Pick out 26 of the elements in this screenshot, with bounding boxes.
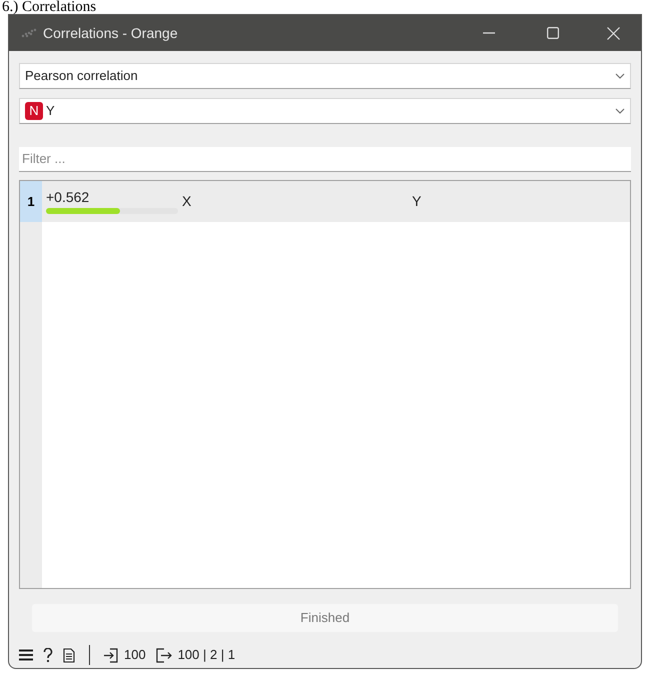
- close-icon: [606, 26, 620, 40]
- status-text: Finished: [32, 604, 618, 632]
- table-cell-text: Y: [412, 192, 422, 211]
- feature-name: Y: [46, 102, 56, 120]
- output-icon: [156, 648, 172, 663]
- chevron-down-icon: [615, 108, 625, 114]
- chevron-down-icon: [615, 72, 625, 79]
- help-icon[interactable]: [43, 648, 53, 663]
- filter-field[interactable]: Filter ...: [19, 146, 631, 172]
- document-icon[interactable]: [63, 648, 75, 663]
- numeric-badge: N: [25, 102, 43, 120]
- menu-icon[interactable]: [19, 649, 33, 662]
- feature-dropdown[interactable]: N Y: [19, 98, 631, 124]
- correlation-value: +0.562: [46, 188, 90, 205]
- input-count: 100: [124, 646, 146, 664]
- app-icon: [21, 28, 37, 38]
- window-title: Correlations - Orange: [43, 24, 178, 43]
- caption: 6.) Correlations: [1, 0, 98, 14]
- row-header: 1: [20, 180, 42, 222]
- table-row[interactable]: 1 +0.562 X Y: [20, 180, 630, 222]
- minimize-icon: [483, 32, 495, 34]
- maximize-icon: [547, 27, 559, 39]
- input-icon: [104, 648, 118, 663]
- table-cell-text: X: [182, 192, 192, 211]
- method-dropdown[interactable]: Pearson correlation: [19, 63, 631, 89]
- output-count: 100 | 2 | 1: [178, 646, 236, 664]
